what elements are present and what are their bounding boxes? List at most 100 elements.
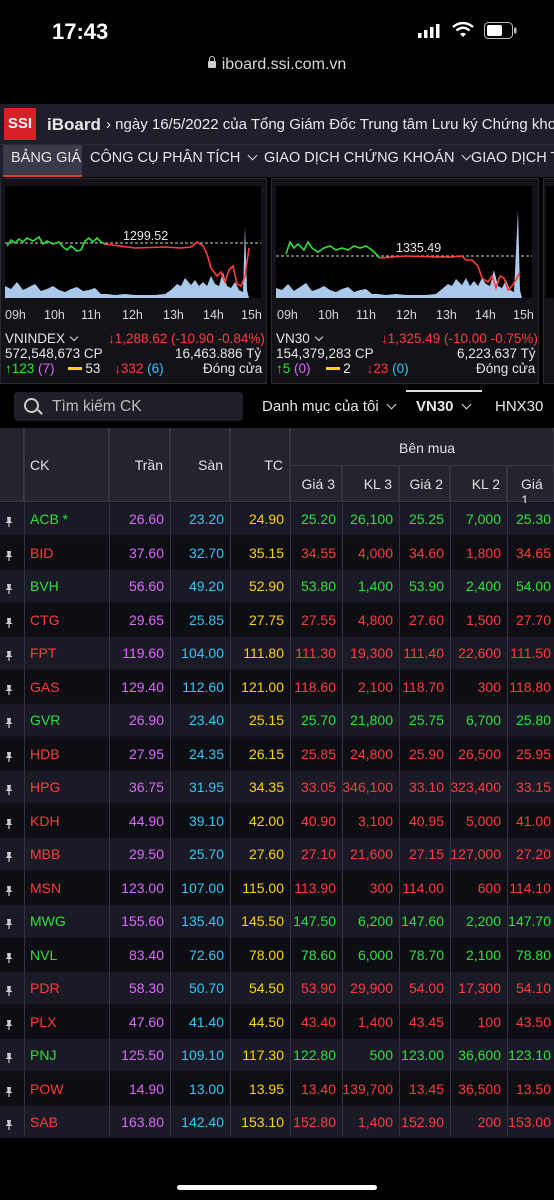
floor-count: (0) [392,361,409,376]
table-row[interactable]: MWG 155.60 135.40 145.50 147.50 6,200 147.60 2,… [0,905,554,937]
cell-ck[interactable]: HPG [24,771,109,803]
table-row[interactable]: PDR 58.30 50.70 54.50 53.90 29,900 54.00 17,300… [0,972,554,1004]
cell-kl2: 1,500 [465,611,501,628]
table-row[interactable]: MSN 123.00 107.00 115.00 113.90 300 114.00 600 1… [0,871,554,904]
table-row[interactable]: CTG 29.65 25.85 27.75 27.55 4,800 27.60 1,500 27… [0,603,554,636]
cell-ck[interactable]: PDR [24,972,109,1004]
x-tick: 09h [277,308,298,322]
cell-ck[interactable]: MBB [24,838,109,870]
nav-giao-dich-t[interactable]: GIAO DỊCH T [471,150,554,166]
cell-gia3: 40.90 [300,812,336,829]
cell-gia3: 27.10 [300,846,336,862]
cell-ck[interactable]: BID [24,537,109,569]
nav-giao-dich-chung-khoan[interactable]: GIAO DỊCH CHỨNG KHOÁN [264,150,472,166]
cell-kl2: 7,000 [465,511,501,527]
cell-tc: 121.00 [241,678,284,695]
pin-icon[interactable] [4,1117,14,1130]
pin-icon[interactable] [4,1017,14,1030]
table-row[interactable]: HDB 27.95 24.35 26.15 25.85 24,800 25.90 26,500… [0,737,554,770]
table-row[interactable]: KDH 44.90 39.10 42.00 40.90 3,100 40.95 5,000 41… [0,804,554,837]
pin-icon[interactable] [4,816,14,829]
table-row[interactable]: FPT 119.60 104.00 111.80 111.30 19,300 111.40 2… [0,637,554,669]
vnindex-ref-label: 1299.52 [123,229,169,243]
header-san[interactable]: Sàn [170,428,230,502]
watchlist-dropdown[interactable]: Danh mục của tôi [262,398,397,415]
cell-ck[interactable]: ACB * [24,503,109,535]
pin-icon[interactable] [4,581,14,594]
pin-icon[interactable] [4,1084,14,1097]
vn30-name[interactable]: VN30 [276,331,324,346]
header-ck[interactable]: CK [24,428,109,502]
table-row[interactable]: NVL 83.40 72.60 78.00 78.60 6,000 78.70 2,100 78… [0,938,554,971]
cell-ck[interactable]: PLX [24,1006,109,1038]
vn30-ref-label: 1335.49 [396,241,442,255]
table-row[interactable]: PNJ 125.50 109.10 117.30 122.80 500 123.00 36,6… [0,1039,554,1071]
header-gia1[interactable]: Giá 1 [507,466,554,508]
header-gia2[interactable]: Giá 2 [399,466,450,502]
table-row[interactable]: GVR 26.90 23.40 25.15 25.70 21,800 25.75 6,700 2… [0,704,554,736]
address-bar[interactable]: iboard.ssi.com.vn [0,56,554,74]
tab-hnx30[interactable]: HNX30 [495,398,543,415]
pin-icon[interactable] [4,615,14,628]
pin-icon[interactable] [4,883,14,896]
table-row[interactable]: GAS 129.40 112.60 121.00 118.60 2,100 118.70 30… [0,670,554,703]
cell-ck[interactable]: GVR [24,704,109,736]
pin-icon[interactable] [4,648,14,661]
cell-tc: 54.50 [248,980,284,996]
pin-icon[interactable] [4,682,14,695]
cell-san: 41.40 [188,1013,224,1030]
pin-icon[interactable] [4,983,14,996]
pin-icon[interactable] [4,849,14,862]
table-row[interactable]: PLX 47.60 41.40 44.50 43.40 1,400 43.45 100 43.5… [0,1005,554,1038]
cell-ck[interactable]: SAB [24,1106,109,1138]
cell-ck[interactable]: NVL [24,939,109,971]
ssi-logo[interactable]: SSI [4,108,36,140]
pin-icon[interactable] [4,916,14,929]
cell-gia3: 53.80 [300,578,336,594]
table-row[interactable]: POW 14.90 13.00 13.95 13.40 139,700 13.45 36,50… [0,1072,554,1105]
cell-ck[interactable]: HDB [24,738,109,770]
up-count: ↑5 [276,361,291,376]
nav-cong-cu-phan-tich[interactable]: CÔNG CỤ PHÂN TÍCH [90,150,258,166]
index-name-text: VNINDEX [5,331,66,346]
pin-icon[interactable] [4,782,14,795]
pin-icon[interactable] [4,950,14,963]
table-row[interactable]: HPG 36.75 31.95 34.35 33.05 346,100 33.10 323,4… [0,771,554,803]
cell-ck[interactable]: MSN [24,872,109,904]
table-row[interactable]: ACB * 26.60 23.20 24.90 25.20 26,100 25.25 7,00… [0,503,554,535]
cell-ck[interactable]: FPT [24,637,109,669]
cell-ck[interactable]: POW [24,1073,109,1105]
header-gia3[interactable]: Giá 3 [290,466,342,502]
header-tran[interactable]: Trần [109,428,170,502]
table-row[interactable]: MBB 29.50 25.70 27.60 27.10 21,600 27.15 127,00… [0,838,554,870]
pin-icon[interactable] [4,548,14,561]
header-kl2[interactable]: KL 2 [450,466,507,502]
cell-ck[interactable]: MWG [24,905,109,937]
pin-icon[interactable] [4,715,14,728]
cell-ck[interactable]: PNJ [24,1039,109,1071]
cell-gia2: 78.70 [408,946,444,963]
table-row[interactable]: SAB 163.80 142.40 153.10 152.80 1,400 152.90 20… [0,1106,554,1138]
pin-icon[interactable] [4,749,14,762]
table-row[interactable]: BID 37.60 32.70 35.15 34.55 4,000 34.60 1,800 34… [0,536,554,569]
vnindex-change: ↓1,288.62 (-10.90 -0.84%) [108,331,265,346]
cell-ck[interactable]: GAS [24,671,109,703]
cell-san: 32.70 [188,544,224,561]
cell-ck[interactable]: CTG [24,604,109,636]
x-tick: 15h [241,308,262,322]
column-divider [507,466,508,1136]
vnindex-value: 16,463.886 Tỷ [175,346,262,361]
vnindex-name[interactable]: VNINDEX [5,331,79,346]
pin-icon[interactable] [4,514,14,527]
table-row[interactable]: BVH 56.60 49.20 52.90 53.80 1,400 53.90 2,400 54… [0,570,554,602]
pin-icon[interactable] [4,1050,14,1063]
nav-bang-gia[interactable]: BẢNG GIÁ [11,150,81,166]
tab-vn30[interactable]: VN30 [416,398,471,415]
cell-gia2: 43.45 [408,1013,444,1030]
cell-ck[interactable]: BVH [24,570,109,602]
cell-ck[interactable]: KDH [24,805,109,837]
header-tc[interactable]: TC [230,428,290,502]
header-kl3[interactable]: KL 3 [342,466,399,502]
cell-gia1: 25.80 [515,712,551,728]
cell-kl3: 1,400 [357,1114,393,1130]
